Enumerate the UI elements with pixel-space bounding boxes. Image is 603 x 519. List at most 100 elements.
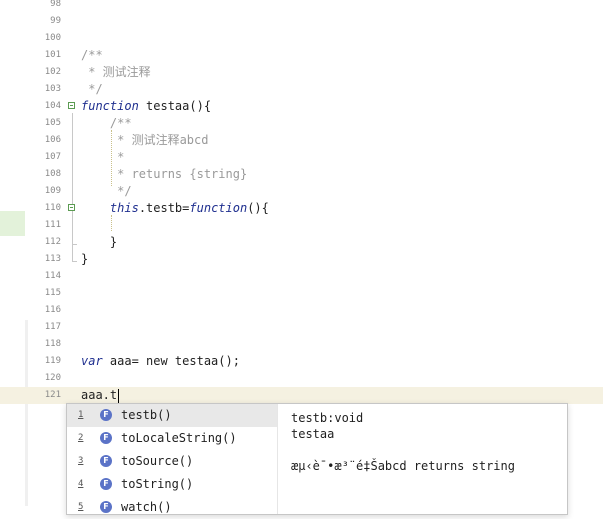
- code-line[interactable]: 103 */: [0, 81, 603, 98]
- code-text: var aaa= new testaa();: [81, 353, 240, 370]
- code-line[interactable]: 107 *: [0, 149, 603, 166]
- code-line[interactable]: 111: [0, 217, 603, 234]
- code-line[interactable]: 110 this.testb=function(){: [0, 200, 603, 217]
- code-line[interactable]: 106 * 测试注释abcd: [0, 132, 603, 149]
- code-line[interactable]: 117: [0, 319, 603, 336]
- code-line[interactable]: 121 aaa.t: [0, 387, 603, 404]
- autocomplete-item[interactable]: 2 FtoLocaleString(): [67, 427, 277, 450]
- line-number: 120: [44, 373, 61, 383]
- line-number: 101: [44, 50, 61, 60]
- code-token: }: [81, 252, 89, 266]
- autocomplete-item[interactable]: 1 Ftestb(): [67, 404, 277, 427]
- code-line[interactable]: 100: [0, 30, 603, 47]
- line-number: 102: [44, 67, 61, 77]
- code-token: *: [81, 150, 125, 164]
- code-line[interactable]: 112 }: [0, 234, 603, 251]
- item-label: watch(): [121, 500, 172, 514]
- code-line[interactable]: 118: [0, 336, 603, 353]
- code-line[interactable]: 120: [0, 370, 603, 387]
- line-number: 104: [44, 101, 61, 111]
- detail-doc: æµ‹è¯•æ³¨é‡Šabcd returns string: [291, 459, 515, 473]
- code-text: * 测试注释: [81, 64, 151, 81]
- item-shortcut-number: 2: [78, 433, 84, 443]
- text-caret: [118, 388, 120, 403]
- code-text: * 测试注释abcd: [81, 132, 208, 149]
- code-text: */: [81, 81, 102, 98]
- line-number: 112: [44, 237, 61, 247]
- code-token: * returns {string}: [81, 167, 248, 181]
- item-label: toLocaleString(): [121, 431, 237, 445]
- code-token: function: [189, 201, 248, 215]
- autocomplete-item[interactable]: 5 Fwatch(): [67, 496, 277, 519]
- code-token: aaa= new testaa();: [102, 354, 240, 368]
- code-token: testaa(){: [138, 99, 212, 113]
- code-token: * 测试注释: [81, 65, 151, 79]
- fold-toggle-icon[interactable]: [68, 204, 75, 211]
- code-token: function: [81, 99, 139, 113]
- code-line[interactable]: 99: [0, 13, 603, 30]
- autocomplete-detail: testb:void testaa æµ‹è¯•æ³¨é‡Šabcd retur…: [291, 410, 515, 474]
- function-icon: F: [100, 432, 112, 444]
- code-line[interactable]: 105 /**: [0, 115, 603, 132]
- code-token: * 测试注释abcd: [81, 133, 209, 147]
- code-text: }: [81, 234, 117, 251]
- autocomplete-list: 1 Ftestb() 2 FtoLocaleString() 3 FtoSource() 4…: [67, 404, 278, 514]
- line-number: 107: [44, 152, 61, 162]
- code-line[interactable]: 114: [0, 268, 603, 285]
- code-line[interactable]: 104 function testaa(){: [0, 98, 603, 115]
- code-token: }: [81, 235, 118, 249]
- line-number: 113: [44, 254, 61, 264]
- item-shortcut-number: 1: [78, 410, 84, 420]
- code-text: */: [81, 183, 132, 200]
- code-token: aaa.t: [81, 388, 118, 402]
- function-icon: F: [100, 409, 112, 421]
- code-text: function testaa(){: [81, 98, 211, 115]
- item-shortcut-number: 3: [78, 456, 84, 466]
- code-line[interactable]: 102 * 测试注释: [0, 64, 603, 81]
- line-number: 115: [44, 288, 61, 298]
- code-text: }: [81, 251, 88, 268]
- code-text: /**: [81, 47, 103, 64]
- code-token: var: [81, 354, 103, 368]
- line-number: 109: [44, 186, 61, 196]
- code-line[interactable]: 113}: [0, 251, 603, 268]
- fold-toggle-icon[interactable]: [68, 102, 75, 109]
- code-token: */: [81, 184, 132, 198]
- function-icon: F: [100, 501, 112, 513]
- code-line[interactable]: 109 */: [0, 183, 603, 200]
- line-number: 118: [44, 339, 61, 349]
- code-token: /**: [81, 116, 132, 130]
- line-number: 121: [44, 390, 61, 400]
- line-number: 114: [44, 271, 61, 281]
- code-token: .testb=: [138, 201, 190, 215]
- item-label: toString(): [121, 477, 194, 491]
- detail-signature: testb:void: [291, 411, 364, 425]
- code-text: this.testb=function(){: [81, 200, 269, 217]
- code-line[interactable]: 108 * returns {string}: [0, 166, 603, 183]
- function-icon: F: [100, 478, 112, 490]
- line-number: 110: [44, 203, 61, 213]
- autocomplete-item[interactable]: 3 FtoSource(): [67, 450, 277, 473]
- code-text: /**: [81, 115, 132, 132]
- line-number: 108: [44, 169, 61, 179]
- item-shortcut-number: 5: [78, 502, 84, 512]
- line-number: 117: [44, 322, 61, 332]
- code-line[interactable]: 119 var aaa= new testaa();: [0, 353, 603, 370]
- line-number: 100: [44, 33, 61, 43]
- line-number: 103: [44, 84, 61, 94]
- autocomplete-popup: 1 Ftestb() 2 FtoLocaleString() 3 FtoSource() 4…: [66, 403, 568, 515]
- code-text: *: [81, 149, 124, 166]
- item-shortcut-number: 4: [78, 479, 84, 489]
- function-icon: F: [100, 455, 112, 467]
- code-line[interactable]: 98: [0, 0, 603, 13]
- item-label: testb(): [121, 408, 172, 422]
- code-line[interactable]: 116: [0, 302, 603, 319]
- autocomplete-item[interactable]: 4 FtoString(): [67, 473, 277, 496]
- line-number: 99: [50, 16, 61, 26]
- code-line[interactable]: 115: [0, 285, 603, 302]
- line-number: 119: [44, 356, 61, 366]
- code-text: aaa.t: [81, 387, 120, 404]
- code-token: (){: [247, 201, 269, 215]
- code-line[interactable]: 101 /**: [0, 47, 603, 64]
